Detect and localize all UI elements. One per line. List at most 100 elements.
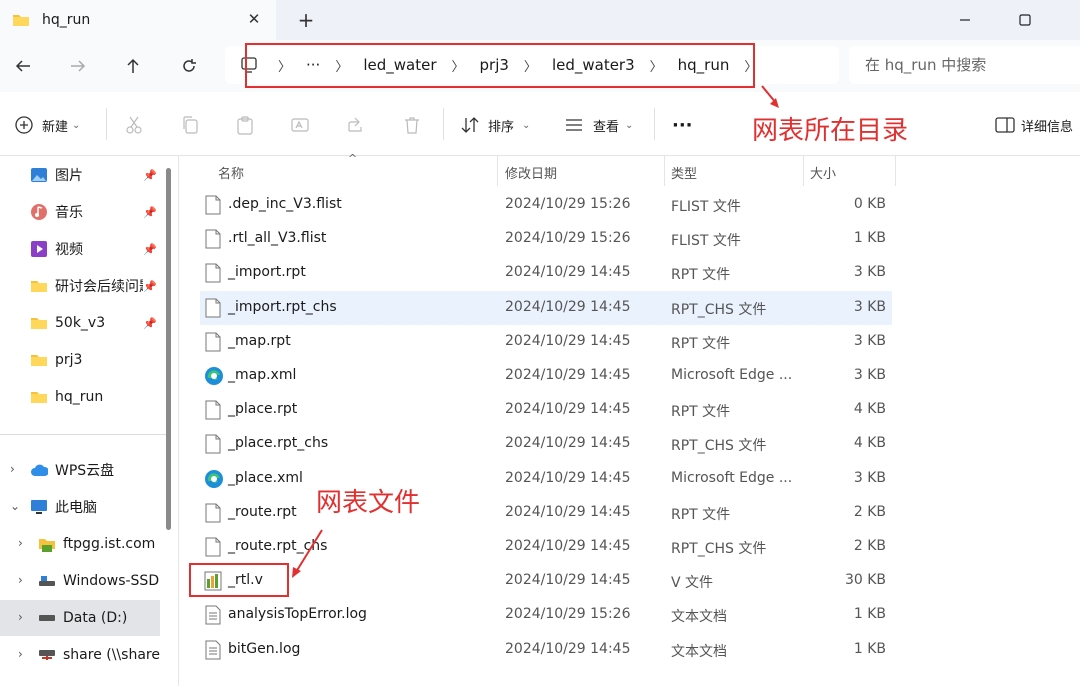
sidebar-item-music[interactable]: 音乐 📌 xyxy=(0,194,160,230)
toolbar-divider xyxy=(106,108,107,140)
column-header-type[interactable]: 类型 xyxy=(671,163,697,182)
file-row[interactable]: _place.xml 2024/10/29 14:45 Microsoft Edge… xyxy=(200,462,892,496)
sidebar-item-prj3[interactable]: prj3 xyxy=(0,342,160,378)
navigation-pane: 图片 📌 音乐 📌 视频 📌 研讨会后续问题 📌 50k_v3 📌 prj3 h… xyxy=(0,156,178,686)
file-date: 2024/10/29 14:45 xyxy=(505,572,631,589)
back-button[interactable] xyxy=(8,52,38,80)
monitor-icon xyxy=(30,498,48,516)
sidebar-item-pictures[interactable]: 图片 📌 xyxy=(0,157,160,193)
folder-icon xyxy=(30,277,48,295)
file-size: 30 KB xyxy=(844,572,886,589)
file-date: 2024/10/29 14:45 xyxy=(505,401,631,418)
file-row[interactable]: _route.rpt_chs 2024/10/29 14:45 RPT_CHS 文件… xyxy=(200,530,892,564)
file-row[interactable]: _place.rpt_chs 2024/10/29 14:45 RPT_CHS 文件… xyxy=(200,427,892,461)
sidebar-item-label: 音乐 xyxy=(55,205,83,221)
file-row[interactable]: _place.rpt 2024/10/29 14:45 RPT 文件 4 KB xyxy=(200,393,892,427)
chevron-right-icon[interactable]: › xyxy=(10,462,15,476)
chevron-right-icon[interactable]: › xyxy=(18,536,23,550)
file-row[interactable]: analysisTopError.log 2024/10/29 15:26 文本文档… xyxy=(200,598,892,632)
network-folder-icon xyxy=(38,535,56,553)
file-row[interactable]: _import.rpt_chs 2024/10/29 14:45 RPT_CHS 文… xyxy=(200,290,892,325)
paste-button[interactable] xyxy=(235,114,255,136)
minimize-button[interactable] xyxy=(942,0,988,40)
column-header-name[interactable]: 名称 xyxy=(218,163,244,182)
file-row[interactable]: _rtl.v 2024/10/29 14:45 V 文件 30 KB xyxy=(200,564,892,598)
sidebar-item-hq-run[interactable]: hq_run xyxy=(0,379,160,415)
view-button[interactable]: 查看 ⌄ xyxy=(564,114,633,136)
more-options-button[interactable]: ··· xyxy=(672,114,693,136)
pin-icon[interactable]: 📌 xyxy=(143,317,157,330)
search-input[interactable]: 在 hq_run 中搜索 xyxy=(849,46,1080,84)
arrow-left-icon xyxy=(15,60,30,72)
pin-icon[interactable]: 📌 xyxy=(143,206,157,219)
file-row[interactable]: _route.rpt 2024/10/29 14:45 RPT 文件 2 KB xyxy=(200,496,892,530)
refresh-button[interactable] xyxy=(174,52,204,80)
file-type: RPT_CHS 文件 xyxy=(671,438,767,455)
column-divider[interactable] xyxy=(803,156,804,186)
column-header-date[interactable]: 修改日期 xyxy=(505,163,557,182)
close-tab-icon[interactable]: ✕ xyxy=(244,9,264,29)
file-row[interactable]: _map.xml 2024/10/29 14:45 Microsoft Edge .… xyxy=(200,359,892,393)
network-drive-icon xyxy=(38,646,56,664)
file-row[interactable]: bitGen.log 2024/10/29 14:45 文本文档 1 KB xyxy=(200,633,892,667)
file-type: FLIST 文件 xyxy=(671,233,741,250)
chevron-down-icon[interactable]: ⌄ xyxy=(10,499,20,513)
file-date: 2024/10/29 14:45 xyxy=(505,435,631,452)
column-header-size[interactable]: 大小 xyxy=(810,163,836,182)
sidebar-item-50k-v3[interactable]: 50k_v3 📌 xyxy=(0,305,160,341)
cut-button[interactable] xyxy=(124,114,144,136)
copy-button[interactable] xyxy=(180,114,200,136)
file-date: 2024/10/29 14:45 xyxy=(505,469,631,486)
pin-icon[interactable]: 📌 xyxy=(143,280,157,293)
chevron-right-icon[interactable]: › xyxy=(18,610,23,624)
sidebar-scrollbar[interactable] xyxy=(166,168,171,530)
chevron-right-icon[interactable]: › xyxy=(18,573,23,587)
folder-icon xyxy=(30,351,48,369)
sidebar-item-this-pc[interactable]: ⌄ 此电脑 xyxy=(0,489,160,525)
pin-icon[interactable]: 📌 xyxy=(143,169,157,182)
chevron-right-icon[interactable]: › xyxy=(18,647,23,661)
delete-button[interactable] xyxy=(402,114,422,136)
folder-icon xyxy=(30,388,48,406)
column-divider[interactable] xyxy=(895,156,896,186)
file-row[interactable]: _import.rpt 2024/10/29 14:45 RPT 文件 3 KB xyxy=(200,256,892,290)
sort-button[interactable]: 排序 ⌄ xyxy=(460,114,530,136)
rename-button[interactable] xyxy=(290,114,310,136)
column-divider[interactable] xyxy=(497,156,498,186)
file-size: 3 KB xyxy=(853,367,886,383)
file-row[interactable]: .dep_inc_V3.flist 2024/10/29 15:26 FLIST 文… xyxy=(200,188,892,222)
text-icon xyxy=(204,605,222,625)
details-pane-label: 详细信息 xyxy=(1021,119,1074,135)
sidebar-item-videos[interactable]: 视频 📌 xyxy=(0,231,160,267)
doc-icon xyxy=(204,332,222,352)
sidebar-item-windows-ssd[interactable]: › Windows-SSD xyxy=(0,563,160,599)
file-size: 2 KB xyxy=(853,503,886,520)
details-pane-button[interactable]: 详细信息 xyxy=(995,114,1073,136)
sidebar-item-seminar[interactable]: 研讨会后续问题 📌 xyxy=(0,268,160,304)
sidebar-item-ftp[interactable]: › ftpgg.ist.com xyxy=(0,526,160,562)
maximize-button[interactable] xyxy=(1002,0,1048,40)
file-date: 2024/10/29 14:45 xyxy=(505,367,631,383)
file-type: RPT_CHS 文件 xyxy=(671,301,767,318)
new-button[interactable]: 新建 ⌄ xyxy=(14,114,80,136)
file-size: 3 KB xyxy=(853,332,886,349)
column-divider[interactable] xyxy=(664,156,665,186)
file-size: 3 KB xyxy=(853,469,886,486)
file-date: 2024/10/29 14:45 xyxy=(505,264,631,281)
file-row[interactable]: .rtl_all_V3.flist 2024/10/29 15:26 FLIST 文… xyxy=(200,222,892,256)
new-tab-button[interactable]: + xyxy=(294,8,318,32)
share-button[interactable] xyxy=(346,114,366,136)
pane-divider[interactable] xyxy=(178,156,179,686)
sidebar-item-data-d[interactable]: › Data (D:) xyxy=(0,600,160,636)
file-size: 1 KB xyxy=(853,606,886,623)
sidebar-item-share[interactable]: › share (\\share.i xyxy=(0,637,160,673)
tab-hq-run[interactable]: hq_run ✕ xyxy=(0,0,276,40)
annotation-box-address xyxy=(245,43,755,88)
file-size: 1 KB xyxy=(853,230,886,247)
sidebar-item-wps-cloud[interactable]: › WPS云盘 xyxy=(0,452,160,488)
up-button[interactable] xyxy=(118,52,148,80)
file-row[interactable]: _map.rpt 2024/10/29 14:45 RPT 文件 3 KB xyxy=(200,325,892,359)
sidebar-item-label: 视频 xyxy=(55,242,83,258)
pin-icon[interactable]: 📌 xyxy=(143,243,157,256)
forward-button[interactable] xyxy=(63,52,93,80)
